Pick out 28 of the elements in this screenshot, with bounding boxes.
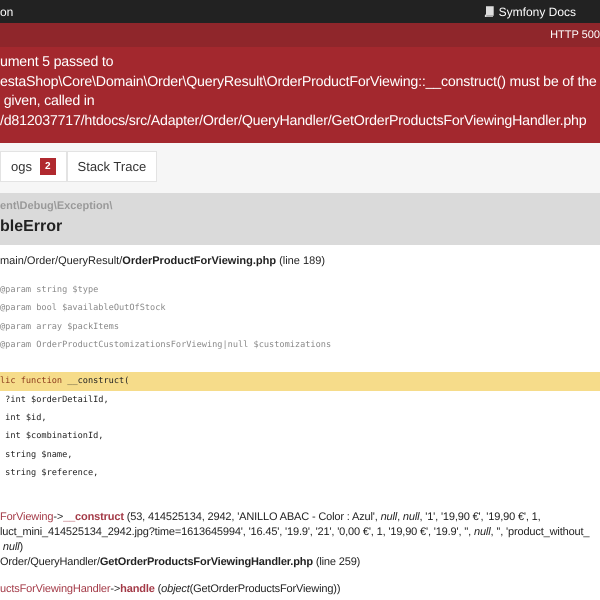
code-line: @param array $packItems bbox=[0, 320, 120, 334]
trace-args-line: null) bbox=[2, 540, 24, 556]
exception-class: bleError bbox=[0, 216, 64, 236]
code-line: string $name, bbox=[4, 448, 74, 462]
trace-file: Order/QueryHandler/GetOrderProductsForViewingHandler.php (line 259) bbox=[0, 555, 362, 570]
trace-call: ForViewing->__construct (53, 414525134, 2942, 'ANILLO ABAC - Color : Azul', null, null, '1', '19,90 €', '19,90 €', 1, bbox=[0, 510, 542, 526]
http-status: HTTP 500 bbox=[550, 28, 600, 43]
exception-namespace: ent\Debug\Exception\ bbox=[0, 199, 114, 214]
count-badge: 2 bbox=[40, 158, 56, 175]
error-message-line: /d812037717/htdocs/src/Adapter/Order/QueryHandler/GetOrderProductsForViewingHandler.php bbox=[0, 112, 588, 130]
error-message-line: estaShop\Core\Domain\Order\QueryResult\OrderProductForViewing::__construct() must be of the bbox=[0, 72, 598, 92]
tab[interactable]: Stack Trace bbox=[66, 151, 158, 182]
error-message-line: ument 5 passed to bbox=[0, 53, 114, 72]
docs-link[interactable]: Symfony Docs bbox=[484, 2, 576, 20]
code-line: int $id, bbox=[4, 412, 48, 426]
code-line: @param bool $availableOutOfStock bbox=[0, 302, 167, 316]
code-line: ?int $orderDetailId, bbox=[4, 394, 110, 407]
tab[interactable]: ogs 2 bbox=[0, 151, 67, 182]
book-icon bbox=[484, 6, 495, 17]
trace-call: uctsForViewingHandler->handle (object(GetOrderProductsForViewing)) bbox=[0, 582, 342, 598]
code-line: string $reference, bbox=[4, 466, 100, 480]
error-message-line: given, called in bbox=[2, 92, 96, 111]
file-location: main/Order/QueryResult/OrderProductForViewing.php (line 189) bbox=[0, 254, 326, 268]
code-line: @param string $type bbox=[0, 284, 100, 297]
trace-args-line: luct_mini_414525134_2942.jpg?time=1613645994', '16.45', '19.9', '21', '0,00 €', 1, '19,90 €', '19.9', '', null, '', 'product_without_ bbox=[0, 525, 591, 540]
nav-link-text[interactable]: on bbox=[0, 2, 14, 20]
code-line: int $combinationId, bbox=[4, 430, 104, 444]
code-line: @param OrderProductCustomizationsForViewing|null $customizations bbox=[0, 338, 332, 352]
